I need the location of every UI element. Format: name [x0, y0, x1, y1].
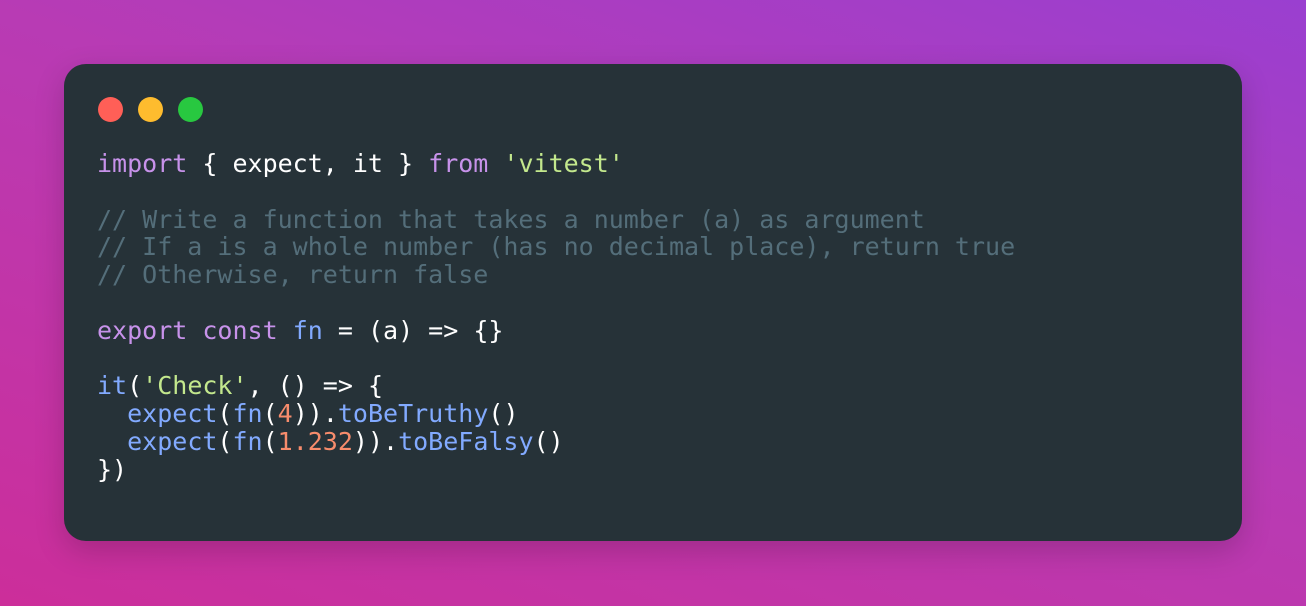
code-block: import { expect, it } from 'vitest' // Wr… — [97, 150, 1015, 484]
code-token-plain: () — [488, 399, 519, 429]
code-token-func: expect — [127, 426, 218, 456]
code-token-func: toBeTruthy — [337, 399, 489, 429]
code-token-plain: )). — [292, 399, 338, 429]
code-line: export const fn = (a) => {} — [97, 315, 1015, 345]
code-line: it('Check', () => { — [97, 372, 1015, 400]
code-window: import { expect, it } from 'vitest' // Wr… — [64, 64, 1242, 541]
window-controls — [98, 97, 203, 122]
code-token-keyword: const — [202, 315, 278, 345]
minimize-dot-icon[interactable] — [138, 97, 163, 122]
zoom-dot-icon[interactable] — [178, 97, 203, 122]
code-line: import { expect, it } from 'vitest' — [97, 150, 1015, 178]
code-token-func: fn — [232, 426, 263, 456]
code-token-string: 'vitest' — [503, 149, 624, 178]
code-token-plain: ( — [262, 426, 278, 456]
code-line: // Write a function that takes a number … — [97, 204, 1015, 234]
code-token-plain: }) — [97, 454, 128, 484]
code-line: // Otherwise, return false — [97, 261, 1015, 289]
code-token-plain: ( — [217, 426, 233, 456]
code-line: // If a is a whole number (has no decima… — [97, 233, 1015, 261]
code-token-plain: () — [533, 426, 564, 456]
code-line: }) — [97, 454, 1015, 484]
code-token-func: fn — [232, 399, 263, 429]
code-token-comment: // If a is a whole number (has no decima… — [97, 232, 1016, 262]
code-token-func: expect — [127, 399, 218, 429]
code-token-comment: // Otherwise, return false — [97, 260, 489, 290]
code-token-plain: ( — [262, 399, 278, 429]
code-token-plain: { expect, it } — [187, 149, 429, 178]
code-token-comment: // Write a function that takes a number … — [97, 204, 925, 234]
code-token-func: it — [97, 371, 128, 401]
code-token-plain: = (a) => {} — [322, 315, 504, 345]
code-token-plain: ( — [127, 371, 143, 401]
code-token-number: 1.232 — [277, 426, 353, 456]
code-token-plain: , () => { — [247, 371, 383, 401]
code-token-keyword: from — [428, 149, 489, 178]
code-token-string: 'Check' — [142, 371, 248, 401]
code-token-keyword: export — [97, 315, 188, 345]
code-token-keyword: import — [97, 149, 188, 178]
code-token-func: fn — [292, 315, 323, 345]
code-token-plain: ( — [217, 399, 233, 429]
code-token-func: toBeFalsy — [398, 426, 534, 456]
code-line: expect(fn(1.232)).toBeFalsy() — [97, 428, 1015, 456]
close-dot-icon[interactable] — [98, 97, 123, 122]
code-line: expect(fn(4)).toBeTruthy() — [97, 400, 1015, 428]
code-token-plain: )). — [352, 426, 399, 456]
code-token-number: 4 — [277, 399, 293, 429]
